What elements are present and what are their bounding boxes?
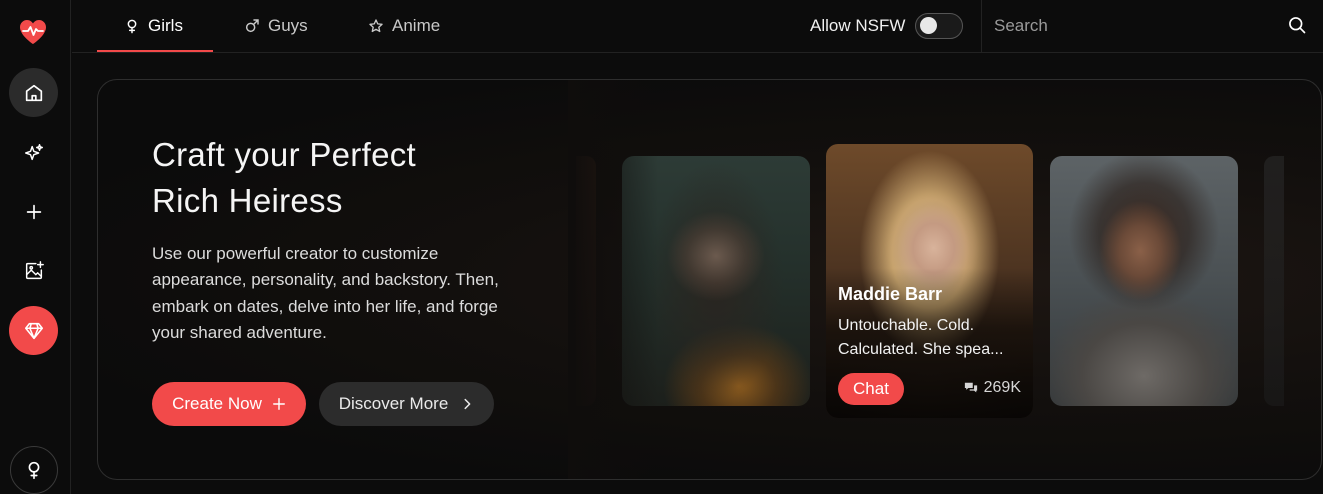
nsfw-toggle[interactable] xyxy=(915,13,964,39)
sidebar-item-generate-image[interactable] xyxy=(9,246,58,295)
message-count-value: 269K xyxy=(983,379,1021,396)
tab-label: Guys xyxy=(268,16,308,35)
tab-girls[interactable]: Girls xyxy=(124,0,183,52)
toggle-knob xyxy=(920,17,938,34)
sidebar-item-explore[interactable] xyxy=(9,128,58,177)
sidebar xyxy=(0,0,71,494)
nsfw-label: Allow NSFW xyxy=(810,16,906,35)
character-name: Maddie Barr xyxy=(838,284,943,304)
plus-icon xyxy=(272,398,285,410)
sidebar-item-create[interactable] xyxy=(9,187,58,236)
discover-more-label: Discover More xyxy=(338,394,449,413)
chat-button[interactable]: Chat xyxy=(838,373,904,405)
create-now-button[interactable]: Create Now xyxy=(152,382,306,426)
character-card-featured[interactable]: Maddie Barr Untouchable. Cold. Calculate… xyxy=(826,144,1033,418)
hero-banner: Craft your Perfect Rich Heiress Use our … xyxy=(97,79,1322,480)
plus-icon xyxy=(26,204,41,219)
top-bar: Girls Guys Anime Allow NSFW xyxy=(72,0,1323,53)
heart-pulse-logo-icon[interactable] xyxy=(18,17,48,47)
active-tab-indicator xyxy=(97,50,213,52)
female-icon xyxy=(28,461,40,480)
star-icon xyxy=(369,19,383,33)
sidebar-item-premium[interactable] xyxy=(9,306,58,355)
character-card-partial[interactable] xyxy=(1264,156,1284,406)
tab-guys[interactable]: Guys xyxy=(244,0,308,52)
nsfw-setting: Allow NSFW xyxy=(810,0,964,52)
tab-anime[interactable]: Anime xyxy=(368,0,440,52)
sparkle-icon xyxy=(24,143,43,160)
chevron-right-icon xyxy=(464,398,471,410)
diamond-icon xyxy=(24,322,43,339)
female-icon xyxy=(127,19,137,34)
tab-label: Anime xyxy=(392,16,441,35)
tab-label: Girls xyxy=(148,16,183,35)
hero-title-line1: Craft your Perfect xyxy=(152,136,416,173)
sidebar-item-home[interactable] xyxy=(9,68,58,117)
create-now-label: Create Now xyxy=(172,394,262,413)
chat-label: Chat xyxy=(853,379,889,398)
hero-title-line2: Rich Heiress xyxy=(152,182,343,219)
carousel-fade xyxy=(568,80,658,479)
gender-preference-button[interactable] xyxy=(10,446,58,494)
search-bar xyxy=(981,0,1323,52)
hero-title: Craft your Perfect Rich Heiress xyxy=(152,132,532,224)
character-card[interactable] xyxy=(1050,156,1238,406)
male-icon xyxy=(245,19,259,33)
home-icon xyxy=(25,84,42,101)
message-count: 269K xyxy=(964,379,1021,397)
chat-bubbles-icon xyxy=(964,382,977,393)
image-add-icon xyxy=(25,260,44,279)
search-icon[interactable] xyxy=(1287,15,1307,35)
hero-description: Use our powerful creator to customize ap… xyxy=(152,244,499,342)
discover-more-button[interactable]: Discover More xyxy=(319,382,494,426)
character-description: Untouchable. Cold. Calculated. She spea.… xyxy=(838,317,1004,358)
search-input[interactable] xyxy=(994,13,1274,39)
